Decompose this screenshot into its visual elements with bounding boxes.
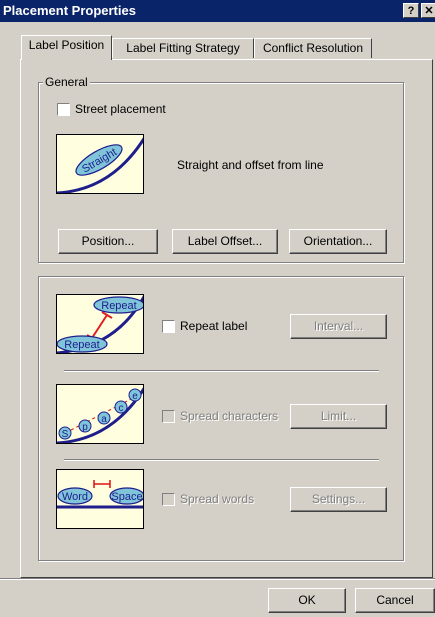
repeat-preview-svg: Repeat Repeat (57, 295, 143, 353)
spread-letter-4: c (119, 403, 124, 414)
general-legend: General (43, 75, 90, 89)
limit-button[interactable]: Limit... (290, 404, 387, 429)
tab-label-fitting-strategy[interactable]: Label Fitting Strategy (112, 38, 254, 58)
general-groupbox: General Street placement Straight Straig… (38, 75, 404, 263)
spread-words-preview-image: Word Space (56, 469, 144, 529)
spread-characters-preview-image: S p a c e (56, 384, 144, 444)
footer-separator (0, 578, 435, 580)
repeat-top-text: Repeat (101, 300, 136, 312)
spread-word-2: Space (111, 491, 142, 503)
repeat-label-label: Repeat label (180, 319, 248, 333)
fitting-groupbox: Repeat Repeat Repeat label Interval... S… (38, 276, 404, 561)
help-button[interactable]: ? (403, 3, 419, 18)
repeat-label-checkbox[interactable] (162, 320, 175, 333)
interval-button[interactable]: Interval... (290, 314, 387, 339)
orientation-button[interactable]: Orientation... (289, 229, 387, 254)
tab-conflict-resolution[interactable]: Conflict Resolution (254, 38, 372, 58)
repeat-preview-image: Repeat Repeat (56, 294, 144, 354)
separator-2 (64, 459, 379, 461)
spread-characters-label: Spread characters (180, 409, 279, 423)
straight-preview-image: Straight (56, 134, 144, 194)
spread-characters-checkbox[interactable] (162, 410, 175, 423)
title-bar: Placement Properties ? ✕ (0, 0, 435, 22)
street-placement-checkbox[interactable] (57, 103, 70, 116)
placement-description: Straight and offset from line (177, 158, 324, 172)
spread-words-checkbox[interactable] (162, 493, 175, 506)
spread-letter-2: p (82, 422, 88, 433)
label-offset-button[interactable]: Label Offset... (172, 229, 278, 254)
ok-button[interactable]: OK (268, 588, 346, 613)
settings-button[interactable]: Settings... (290, 487, 387, 512)
tab-panel: General Street placement Straight Straig… (20, 59, 433, 578)
window-title: Placement Properties (3, 3, 136, 18)
spread-letter-3: a (101, 414, 107, 425)
spread-letter-1: S (62, 429, 69, 440)
spread-words-label: Spread words (180, 492, 255, 506)
cancel-button[interactable]: Cancel (355, 588, 435, 613)
position-button[interactable]: Position... (58, 229, 158, 254)
straight-preview-svg: Straight (57, 137, 143, 193)
repeat-bottom-text: Repeat (64, 339, 99, 351)
spread-words-preview-svg: Word Space (57, 480, 143, 509)
spread-letter-5: e (132, 391, 138, 402)
spread-characters-preview-svg: S p a c e (57, 387, 143, 443)
close-button[interactable]: ✕ (421, 3, 435, 18)
tab-label-position[interactable]: Label Position (21, 35, 112, 60)
separator-1 (64, 370, 379, 372)
street-placement-label: Street placement (75, 102, 166, 116)
straight-label-shape: Straight (75, 144, 123, 176)
spread-word-1: Word (62, 491, 88, 503)
